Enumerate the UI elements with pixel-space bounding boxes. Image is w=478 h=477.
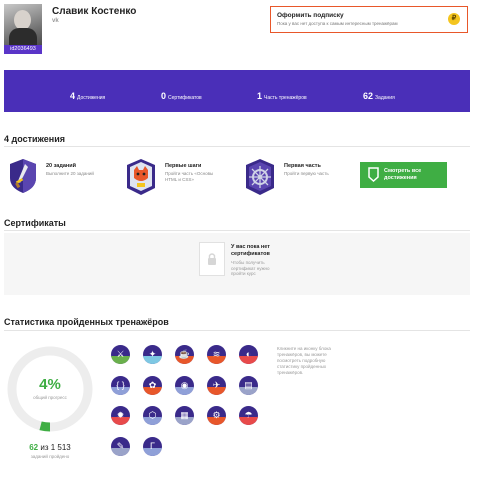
- trainer-icon-5[interactable]: ◐: [239, 345, 258, 364]
- stat-value: 1: [257, 91, 263, 101]
- trainer-icon-glyph: ✎: [116, 440, 125, 451]
- divider: [4, 230, 470, 231]
- trainer-icon-glyph: ◉: [180, 379, 189, 390]
- trainer-icon-16[interactable]: ✎: [111, 436, 130, 456]
- avatar: id2036493: [4, 4, 42, 54]
- achievement-title: Первая часть: [284, 163, 321, 169]
- achievements-heading: 4 достижения: [4, 134, 66, 144]
- certificates-empty: У вас пока нет сертификатов Чтобы получи…: [4, 233, 470, 295]
- sword-badge-icon: [10, 159, 36, 193]
- achievement-title: 20 заданий: [46, 163, 77, 169]
- trainer-icon-glyph: ⬡: [148, 410, 157, 420]
- trainer-icon-3[interactable]: ☕: [175, 345, 194, 364]
- tasks-sep: из: [40, 443, 49, 452]
- trainer-icon-15[interactable]: ☂: [239, 406, 258, 425]
- user-id-badge: id2036493: [4, 45, 42, 54]
- divider: [4, 330, 470, 331]
- trainers-hint: Кликните на иконку блока тренажёров, вы …: [277, 346, 331, 375]
- stat-label: Задания: [375, 95, 395, 101]
- trainer-icon-8[interactable]: ◉: [175, 375, 194, 395]
- trainer-icon-1[interactable]: ⚔: [111, 345, 130, 364]
- tasks-count: 62 из 1 513: [6, 443, 94, 452]
- trainer-icon-glyph: ▤: [244, 379, 253, 390]
- stat-label: Достижения: [77, 95, 106, 101]
- achievement-desc: Выполните 20 заданий: [46, 171, 94, 176]
- trainer-icon-glyph: ✦: [148, 349, 157, 359]
- stat-certificates: 0 Сертификатов: [161, 86, 202, 104]
- trainer-icon-4[interactable]: ≋: [207, 345, 226, 364]
- progress-percent: 4%: [39, 376, 61, 393]
- achievement-desc: Пройти часть «Основы HTML и CSS»: [165, 171, 214, 182]
- tasks-done: 62: [29, 443, 39, 452]
- trainer-icon-2[interactable]: ✦: [143, 345, 162, 364]
- stat-achievements: 4 Достижения: [70, 86, 105, 104]
- stat-value: 62: [363, 91, 374, 101]
- certificates-empty-desc: Чтобы получить сертификат нужно пройти к…: [231, 260, 270, 276]
- subscribe-description: Пока у вас нет доступа к самым интересны…: [277, 21, 398, 26]
- vk-icon[interactable]: vk: [52, 18, 59, 24]
- stat-label: Сертификатов: [168, 95, 202, 101]
- trainer-icon-6[interactable]: { }: [111, 375, 130, 395]
- avatar-face: [14, 10, 31, 30]
- trainer-icon-glyph: ≋: [212, 349, 221, 359]
- stat-trainer-parts: 1 Часть тренажёров: [257, 86, 307, 104]
- trainer-icon-glyph: { }: [116, 379, 125, 390]
- trainer-icon-17[interactable]: Γ: [143, 436, 162, 456]
- trainer-icon-9[interactable]: ✈: [207, 375, 226, 395]
- certificates-heading: Сертификаты: [4, 218, 66, 228]
- trainer-icon-glyph: ☕: [178, 349, 191, 359]
- trainer-icon-glyph: ✈: [212, 379, 221, 390]
- trainer-icon-glyph: ◐: [245, 349, 252, 359]
- stat-value: 0: [161, 91, 167, 101]
- trainer-icon-10[interactable]: ▤: [239, 375, 258, 395]
- lock-icon: [208, 253, 216, 265]
- trainer-icon-glyph: ✿: [148, 379, 157, 390]
- certificate-lock-icon: [199, 242, 225, 276]
- trainers-heading: Статистика пройденных тренажёров: [4, 317, 169, 327]
- trainer-icon-glyph: ☂: [244, 410, 253, 420]
- stats-bar: 4 Достижения 0 Сертификатов 1 Часть тренажё…: [4, 70, 470, 112]
- achievement-desc: Пройти первую часть: [284, 171, 329, 176]
- certificates-empty-title: У вас пока нет сертификатов: [231, 244, 270, 257]
- trainer-icon-7[interactable]: ✿: [143, 375, 162, 395]
- view-all-achievements-label[interactable]: Смотреть все достижения: [384, 168, 444, 181]
- tasks-count-label: заданий пройдено: [30, 454, 70, 459]
- trainer-icon-12[interactable]: ⬡: [143, 406, 162, 425]
- trainer-icon-glyph: ⚔: [116, 349, 125, 359]
- ship-wheel-badge-icon: [246, 159, 274, 195]
- achievement-title: Первые шаги: [165, 163, 202, 169]
- badge-outline-icon: [368, 167, 379, 182]
- trainer-icon-14[interactable]: ⚙: [207, 406, 226, 425]
- progress-ring: 4% общий прогресс: [6, 345, 94, 433]
- fox-rocket-badge-icon: [127, 159, 155, 195]
- trainer-icon-11[interactable]: ✹: [111, 406, 130, 425]
- coin-icon: ₽: [448, 13, 460, 25]
- subscribe-banner[interactable]: Оформить подписку Пока у вас нет доступа…: [270, 6, 468, 33]
- tasks-total: 1 513: [50, 443, 71, 452]
- progress-label: общий прогресс: [33, 395, 67, 400]
- stat-value: 4: [70, 91, 76, 101]
- view-all-achievements-button[interactable]: Смотреть все достижения: [360, 162, 447, 188]
- stat-tasks: 62 Задания: [363, 86, 395, 104]
- trainer-icon-glyph: ⚙: [212, 410, 221, 420]
- divider: [4, 146, 470, 147]
- subscribe-title[interactable]: Оформить подписку: [277, 12, 344, 19]
- stat-label: Часть тренажёров: [264, 95, 307, 101]
- trainer-icon-glyph: ✹: [116, 410, 125, 420]
- trainer-icon-glyph: ▦: [180, 410, 189, 420]
- user-name: Славик Костенко: [52, 6, 137, 17]
- trainer-icon-13[interactable]: ▦: [175, 406, 194, 425]
- trainer-icon-glyph: Γ: [150, 440, 155, 451]
